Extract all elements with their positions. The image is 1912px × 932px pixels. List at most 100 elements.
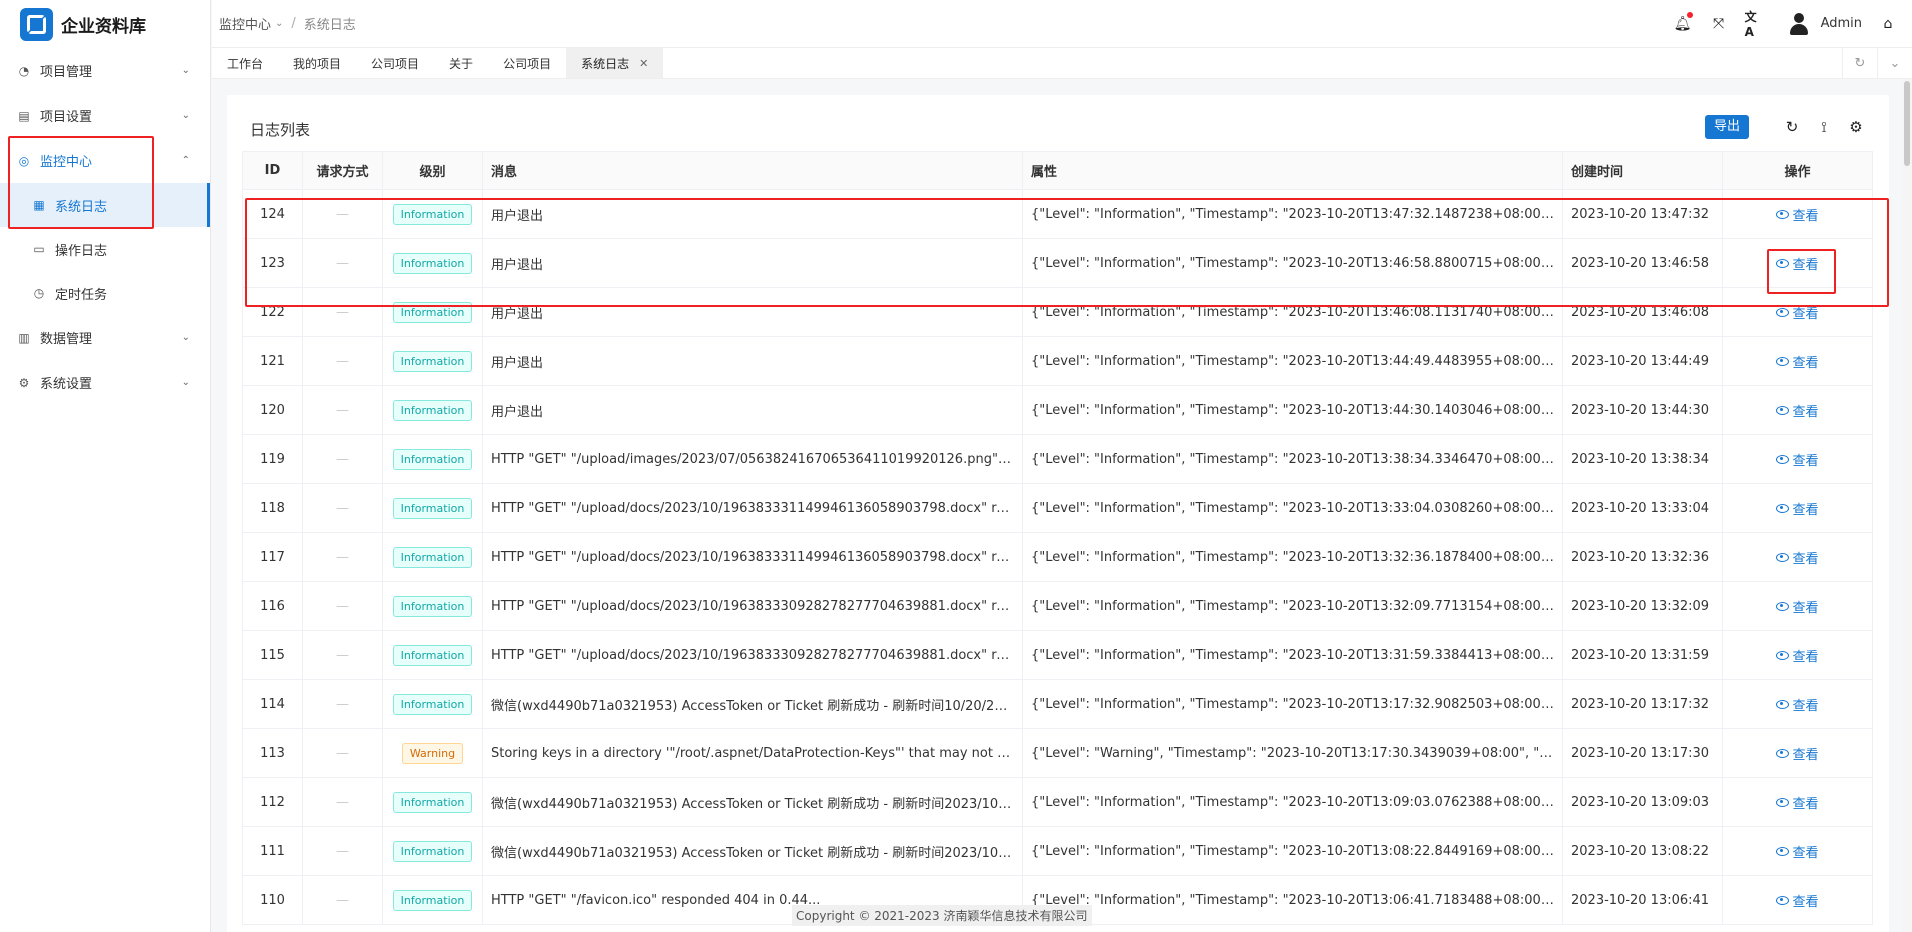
breadcrumb: 监控中心 ⌄ / 系统日志 [212, 14, 356, 33]
column-header-level[interactable]: 级别 [382, 151, 483, 190]
tab-company-projects[interactable]: 公司项目 [356, 48, 434, 78]
monitor-icon: ◎ [18, 153, 30, 168]
column-header-created-time[interactable]: 创建时间 [1562, 151, 1723, 190]
gear-icon: ⚙ [18, 375, 30, 390]
level-badge: Information [392, 301, 473, 323]
cell-created-time: 2023-10-20 13:44:30 [1562, 385, 1723, 435]
bell-icon[interactable]: 🔔︎ [1673, 11, 1693, 34]
sidebar-item-system-log[interactable]: ▦ 系统日志 [0, 183, 210, 227]
view-button[interactable]: 查看 [1776, 891, 1819, 910]
refresh-icon[interactable]: ↻ [1783, 118, 1801, 136]
cell-properties: {"Level": "Information", "Timestamp": "2… [1022, 777, 1563, 827]
table-row: 111— Information 微信(wxd4490b71a0321953) Ac… [242, 826, 1873, 876]
sidebar-item-project-settings[interactable]: ▤ 项目设置 ⌄ [0, 93, 210, 138]
tab-company-projects-2[interactable]: 公司项目 [488, 48, 566, 78]
eye-icon [1776, 552, 1790, 562]
sidebar-item-scheduled-tasks[interactable]: ◷ 定时任务 [0, 271, 210, 315]
refresh-tab-icon[interactable]: ↻ [1842, 48, 1877, 78]
cell-actions: 查看 [1722, 630, 1873, 680]
view-button[interactable]: 查看 [1776, 303, 1819, 322]
column-header-message[interactable]: 消息 [482, 151, 1023, 190]
sidebar-item-label: 操作日志 [55, 243, 108, 259]
cell-message: 用户退出 [482, 189, 1023, 239]
view-button[interactable]: 查看 [1776, 842, 1819, 861]
translate-icon[interactable]: 文A [1745, 10, 1765, 39]
view-button[interactable]: 查看 [1776, 744, 1819, 763]
eye-icon [1776, 699, 1790, 709]
cell-method: — [302, 483, 383, 533]
tab-about[interactable]: 关于 [434, 48, 488, 78]
cell-level: Information [382, 581, 483, 631]
sidebar-item-system-settings[interactable]: ⚙ 系统设置 ⌄ [0, 360, 210, 405]
chevron-down-icon[interactable]: ⌄ [275, 18, 283, 29]
log-table: ID 请求方式 级别 消息 属性 创建时间 操作 124— Information… [242, 151, 1873, 925]
close-icon[interactable]: ✕ [639, 57, 648, 70]
tab-my-projects[interactable]: 我的项目 [278, 48, 356, 78]
scrollbar[interactable] [1902, 79, 1912, 932]
database-icon: ▥ [18, 330, 30, 345]
notification-dot [1686, 11, 1693, 18]
view-button[interactable]: 查看 [1776, 548, 1819, 567]
cell-properties: {"Level": "Information", "Timestamp": "2… [1022, 581, 1563, 631]
gear-icon[interactable]: ⚙ [1847, 118, 1865, 136]
view-label: 查看 [1792, 796, 1819, 812]
cell-message: Storing keys in a directory '"/root/.asp… [482, 728, 1023, 778]
fullscreen-icon[interactable]: ⤧ [1709, 14, 1729, 34]
eye-icon [1776, 748, 1790, 758]
sidebar-item-project-management[interactable]: ◔ 项目管理 ⌄ [0, 48, 210, 93]
username[interactable]: Admin [1821, 16, 1862, 31]
scrollbar-thumb[interactable] [1904, 81, 1910, 166]
view-button[interactable]: 查看 [1776, 352, 1819, 371]
cell-method: — [302, 875, 383, 925]
home-icon[interactable]: ⌂ [1878, 14, 1898, 34]
sidebar-item-monitor-center[interactable]: ◎ 监控中心 ⌃ [0, 138, 210, 183]
sidebar-item-label: 系统日志 [55, 199, 108, 215]
cell-actions: 查看 [1722, 581, 1873, 631]
cell-actions: 查看 [1722, 189, 1873, 239]
table-row: 119— Information HTTP "GET" "/upload/image… [242, 434, 1873, 484]
eye-icon [1776, 503, 1790, 513]
column-header-method[interactable]: 请求方式 [302, 151, 383, 190]
cell-id: 112 [242, 777, 303, 827]
column-height-icon[interactable]: ⟟ [1815, 118, 1833, 136]
cell-level: Information [382, 630, 483, 680]
cell-actions: 查看 [1722, 238, 1873, 288]
eye-icon [1776, 454, 1790, 464]
sidebar-item-operation-log[interactable]: ▭ 操作日志 [0, 227, 210, 271]
view-button[interactable]: 查看 [1776, 646, 1819, 665]
view-button[interactable]: 查看 [1776, 205, 1819, 224]
breadcrumb-parent[interactable]: 监控中心 [219, 14, 271, 33]
view-label: 查看 [1792, 551, 1819, 567]
top-header: 监控中心 ⌄ / 系统日志 🔔︎ ⤧ 文A Admin ⌂ [212, 0, 1912, 48]
level-badge: Information [392, 350, 473, 372]
cell-method: — [302, 336, 383, 386]
eye-icon [1776, 405, 1790, 415]
export-button[interactable]: 导出 [1704, 115, 1749, 139]
sidebar-item-label: 数据管理 [40, 332, 93, 347]
tab-workbench[interactable]: 工作台 [212, 48, 278, 78]
chevron-down-icon[interactable]: ⌄ [1877, 48, 1912, 78]
view-button[interactable]: 查看 [1776, 695, 1819, 714]
view-label: 查看 [1792, 698, 1819, 714]
column-header-id[interactable]: ID [242, 151, 303, 190]
footer-copyright: Copyright © 2021-2023 济南颖华信息技术有限公司 [792, 905, 1092, 926]
cell-id: 123 [242, 238, 303, 288]
view-label: 查看 [1792, 208, 1819, 224]
view-button[interactable]: 查看 [1776, 793, 1819, 812]
cell-id: 114 [242, 679, 303, 729]
tab-system-log[interactable]: 系统日志 ✕ [566, 48, 664, 78]
sidebar-item-data-management[interactable]: ▥ 数据管理 ⌄ [0, 315, 210, 360]
column-header-properties[interactable]: 属性 [1022, 151, 1563, 190]
app-logo[interactable]: 企业资料库 [0, 0, 210, 48]
avatar[interactable] [1787, 12, 1811, 36]
view-button[interactable]: 查看 [1776, 450, 1819, 469]
cell-properties: {"Level": "Information", "Timestamp": "2… [1022, 336, 1563, 386]
cell-message: 用户退出 [482, 385, 1023, 435]
view-button[interactable]: 查看 [1776, 499, 1819, 518]
cell-created-time: 2023-10-20 13:46:58 [1562, 238, 1723, 288]
cell-actions: 查看 [1722, 532, 1873, 582]
log-list-card: 日志列表 导出 ↻ ⟟ ⚙ ID 请求方式 级别 消息 属性 创建时间 操作 1… [227, 95, 1889, 932]
view-button[interactable]: 查看 [1776, 597, 1819, 616]
view-button[interactable]: 查看 [1776, 401, 1819, 420]
view-button[interactable]: 查看 [1776, 254, 1819, 273]
